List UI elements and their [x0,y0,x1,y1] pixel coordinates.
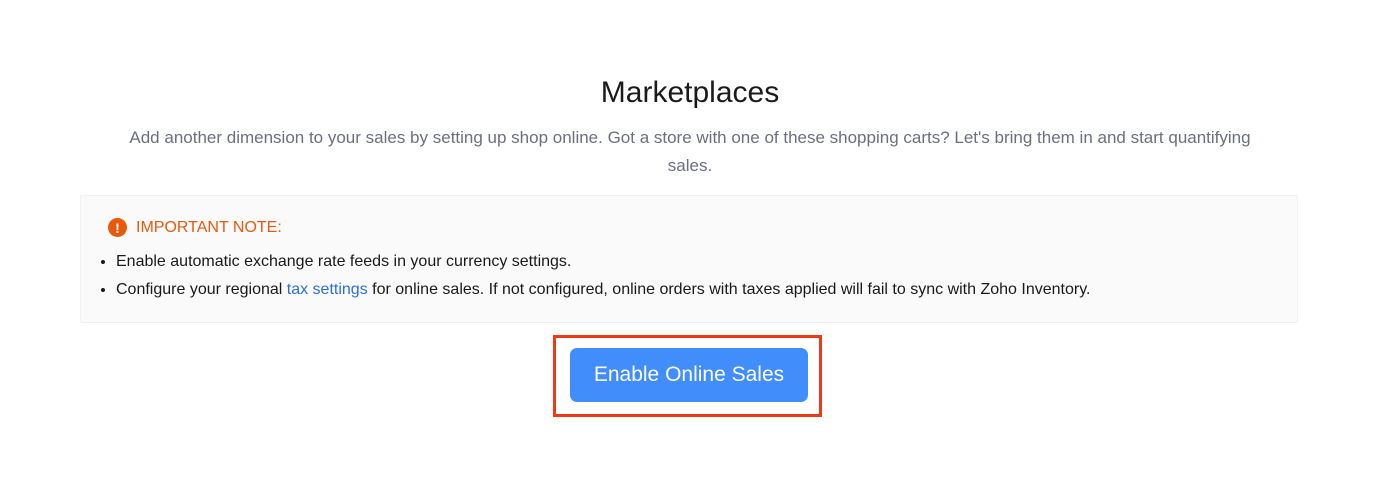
note-item-exchange-rate: Enable automatic exchange rate feeds in … [116,248,1090,276]
note-item-tax-settings: Configure your regional tax settings for… [116,276,1090,304]
important-note-box: ! IMPORTANT NOTE: Enable automatic excha… [80,195,1298,323]
note-item-prefix: Configure your regional [116,281,287,298]
tax-settings-link[interactable]: tax settings [287,281,368,298]
page-title: Marketplaces [600,76,780,109]
page-subtitle: Add another dimension to your sales by s… [129,128,1251,175]
important-note-header: ! IMPORTANT NOTE: [108,218,282,237]
note-item-suffix: for online sales. If not configured, onl… [367,281,1091,298]
important-note-list: Enable automatic exchange rate feeds in … [116,248,1090,304]
enable-online-sales-button[interactable]: Enable Online Sales [570,348,808,402]
marketplaces-page: Marketplaces Add another dimension to yo… [0,0,1380,498]
important-note-heading: IMPORTANT NOTE: [136,218,282,236]
exclamation-circle-icon: ! [108,218,127,237]
note-item-text: Enable automatic exchange rate feeds in … [116,253,572,270]
